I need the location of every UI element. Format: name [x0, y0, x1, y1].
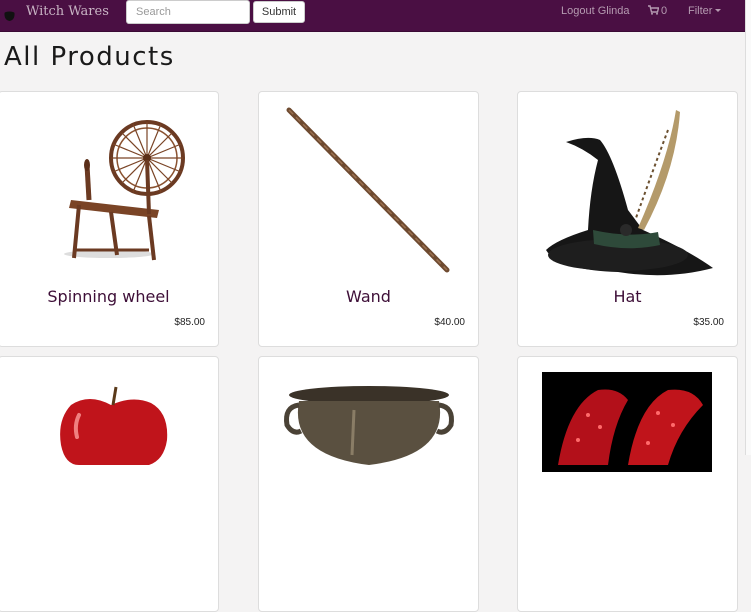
caret-down-icon [715, 9, 722, 12]
product-card[interactable] [258, 356, 479, 612]
product-card[interactable]: Spinning wheel $85.00 [0, 91, 219, 347]
shopping-cart-icon [648, 5, 659, 15]
product-name[interactable]: Spinning wheel [0, 287, 218, 306]
cauldron-image [284, 386, 454, 465]
search-input[interactable] [126, 0, 250, 24]
submit-button[interactable]: Submit [253, 1, 305, 23]
brand-link[interactable]: Witch Wares [26, 4, 109, 19]
product-card[interactable]: Hat $35.00 [517, 91, 738, 347]
product-card[interactable] [0, 356, 219, 612]
product-card[interactable]: Wand $40.00 [258, 91, 479, 347]
red-apple-image [60, 386, 168, 465]
product-price: $85.00 [174, 317, 205, 328]
cart-count: 0 [661, 5, 668, 17]
filter-dropdown[interactable]: Filter [688, 5, 722, 17]
page-title: All Products [4, 42, 175, 72]
top-navbar: Witch Wares Submit Logout Glinda 0 Filte… [0, 0, 745, 32]
logout-link[interactable]: Logout Glinda [561, 5, 630, 17]
spinning-wheel-image [64, 120, 185, 261]
ruby-slippers-image [542, 372, 712, 472]
product-price: $40.00 [434, 317, 465, 328]
cart-link[interactable]: 0 [648, 5, 667, 17]
product-card[interactable] [517, 356, 738, 612]
filter-label: Filter [688, 5, 713, 17]
product-name[interactable]: Wand [259, 287, 478, 306]
page-scrollbar[interactable] [745, 0, 751, 455]
witch-hat-image [546, 110, 713, 276]
product-price: $35.00 [693, 317, 724, 328]
cauldron-logo-icon[interactable] [3, 10, 16, 22]
product-name[interactable]: Hat [518, 287, 737, 306]
wand-image [286, 107, 450, 273]
